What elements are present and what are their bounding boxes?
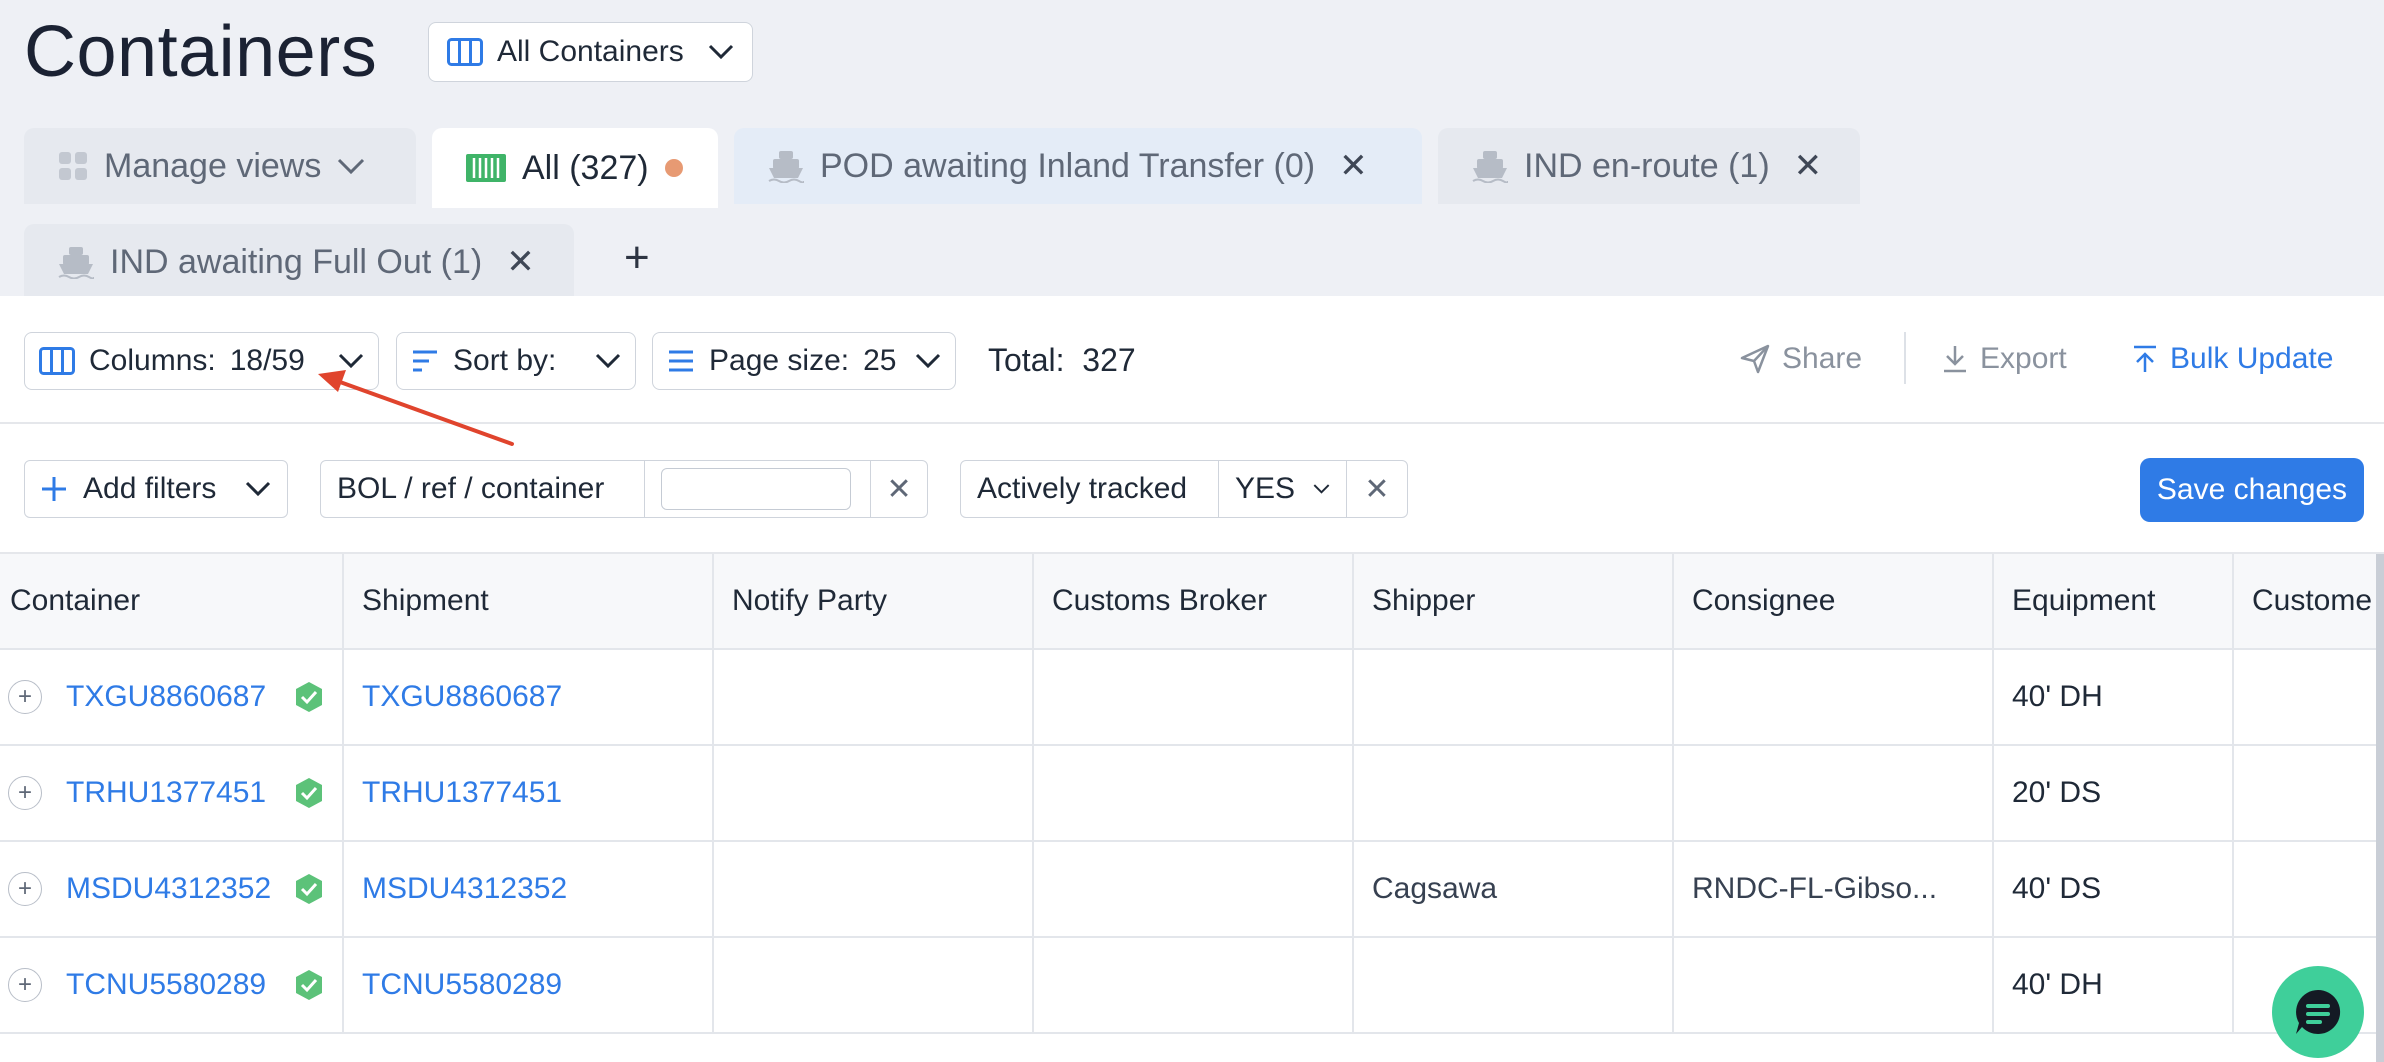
arrow-head bbox=[318, 370, 346, 392]
chat-launcher-button[interactable] bbox=[2272, 966, 2364, 1058]
chat-icon bbox=[2296, 989, 2341, 1034]
arrow-shaft bbox=[338, 380, 514, 446]
annotation-arrow bbox=[318, 370, 514, 446]
